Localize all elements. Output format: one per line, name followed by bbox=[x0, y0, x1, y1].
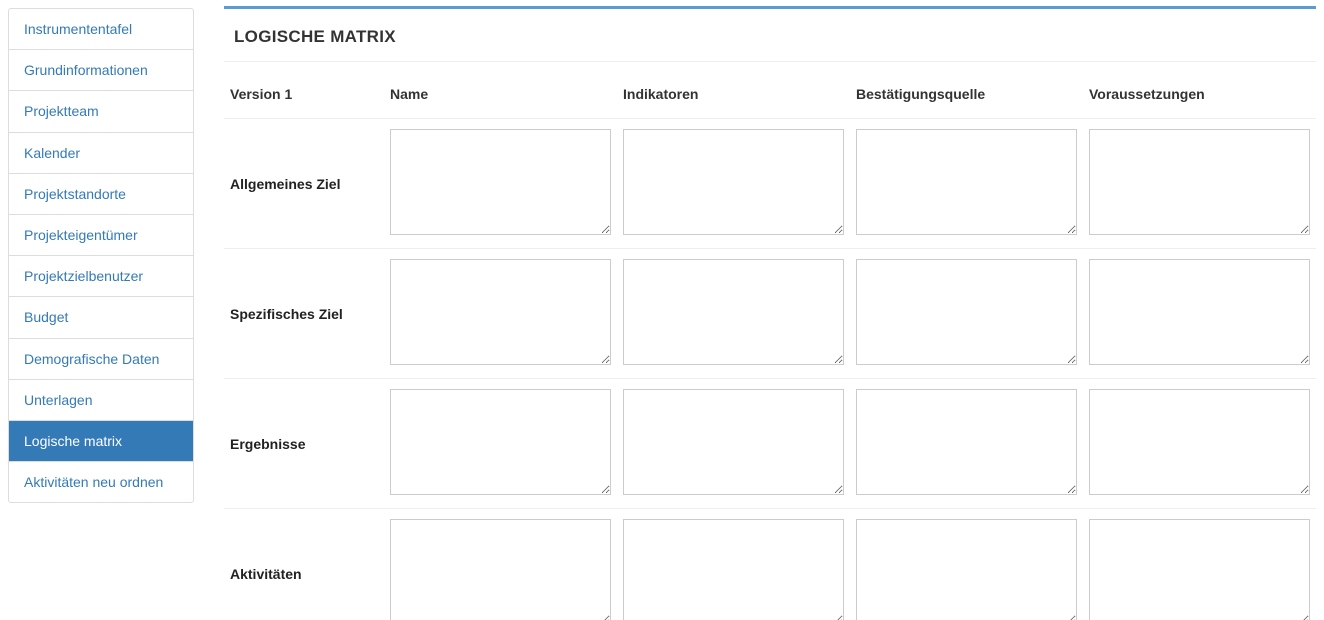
matrix-cell-input[interactable] bbox=[390, 129, 611, 235]
matrix-col-name: Name bbox=[384, 78, 617, 119]
logical-matrix-table: Version 1 Name Indikatoren Bestätigungsq… bbox=[224, 78, 1316, 620]
matrix-cell-input[interactable] bbox=[623, 259, 844, 365]
matrix-cell-input[interactable] bbox=[1089, 519, 1310, 620]
sidebar-item-logische-matrix[interactable]: Logische matrix bbox=[9, 421, 193, 462]
table-row: Aktivitäten bbox=[224, 509, 1316, 620]
matrix-row-label: Spezifisches Ziel bbox=[224, 249, 384, 379]
sidebar-item-aktivit-ten-neu-ordnen[interactable]: Aktivitäten neu ordnen bbox=[9, 462, 193, 502]
matrix-cell-input[interactable] bbox=[856, 389, 1077, 495]
sidebar-nav: InstrumententafelGrundinformationenProje… bbox=[8, 8, 194, 503]
matrix-row-label: Aktivitäten bbox=[224, 509, 384, 620]
matrix-col-indicators: Indikatoren bbox=[617, 78, 850, 119]
table-row: Allgemeines Ziel bbox=[224, 119, 1316, 249]
table-row: Ergebnisse bbox=[224, 379, 1316, 509]
sidebar-item-projektzielbenutzer[interactable]: Projektzielbenutzer bbox=[9, 256, 193, 297]
sidebar-item-grundinformationen[interactable]: Grundinformationen bbox=[9, 50, 193, 91]
matrix-cell-input[interactable] bbox=[1089, 129, 1310, 235]
matrix-col-assumptions: Voraussetzungen bbox=[1083, 78, 1316, 119]
sidebar-item-demografische-daten[interactable]: Demografische Daten bbox=[9, 339, 193, 380]
matrix-version-header: Version 1 bbox=[224, 78, 384, 119]
matrix-row-label: Ergebnisse bbox=[224, 379, 384, 509]
matrix-cell-input[interactable] bbox=[856, 129, 1077, 235]
matrix-cell-input[interactable] bbox=[623, 519, 844, 620]
matrix-cell-input[interactable] bbox=[623, 389, 844, 495]
matrix-cell-input[interactable] bbox=[390, 519, 611, 620]
matrix-col-source: Bestätigungsquelle bbox=[850, 78, 1083, 119]
sidebar-item-instrumententafel[interactable]: Instrumententafel bbox=[9, 9, 193, 50]
sidebar-item-kalender[interactable]: Kalender bbox=[9, 133, 193, 174]
page-title: LOGISCHE MATRIX bbox=[224, 9, 1316, 62]
matrix-cell-input[interactable] bbox=[1089, 259, 1310, 365]
sidebar-item-projektstandorte[interactable]: Projektstandorte bbox=[9, 174, 193, 215]
sidebar-item-projekteigent-mer[interactable]: Projekteigentümer bbox=[9, 215, 193, 256]
matrix-cell-input[interactable] bbox=[856, 259, 1077, 365]
matrix-cell-input[interactable] bbox=[390, 389, 611, 495]
matrix-row-label: Allgemeines Ziel bbox=[224, 119, 384, 249]
table-row: Spezifisches Ziel bbox=[224, 249, 1316, 379]
sidebar-item-unterlagen[interactable]: Unterlagen bbox=[9, 380, 193, 421]
matrix-cell-input[interactable] bbox=[1089, 389, 1310, 495]
matrix-cell-input[interactable] bbox=[390, 259, 611, 365]
sidebar-item-budget[interactable]: Budget bbox=[9, 297, 193, 338]
sidebar-item-projektteam[interactable]: Projektteam bbox=[9, 91, 193, 132]
matrix-cell-input[interactable] bbox=[623, 129, 844, 235]
matrix-cell-input[interactable] bbox=[856, 519, 1077, 620]
